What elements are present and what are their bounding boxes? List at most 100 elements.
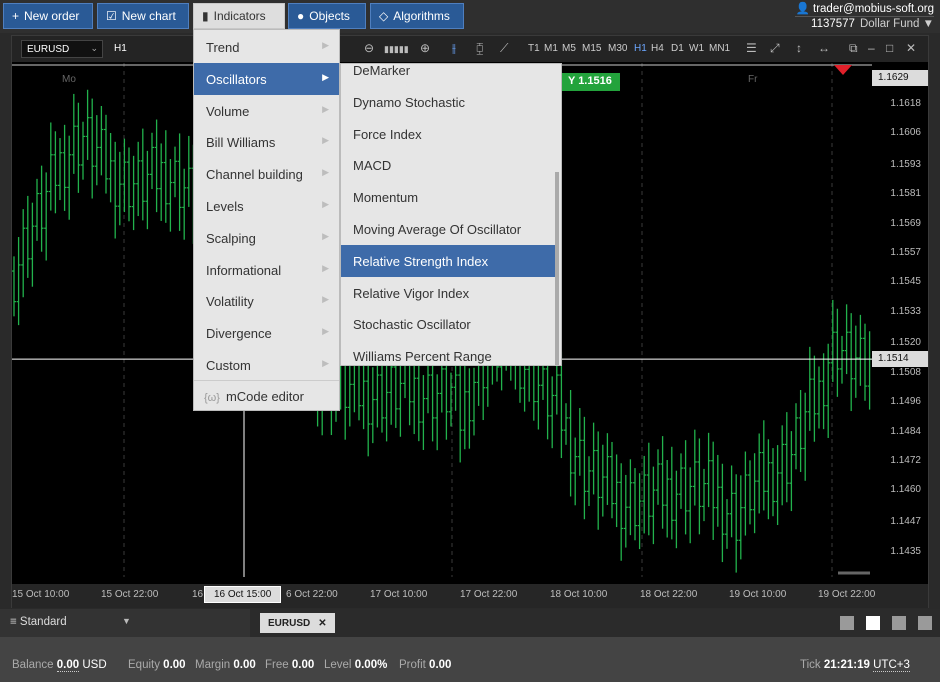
indicator-category-custom[interactable]: Custom ▶ [194, 349, 339, 381]
symbol-select[interactable]: EURUSD ⌄ [21, 40, 103, 58]
chart-tab-eurusd[interactable]: EURUSD ✕ [260, 613, 335, 633]
algorithms-button[interactable]: ◇ Algorithms [370, 3, 464, 29]
vertical-resize-icon[interactable]: ↕ [796, 41, 802, 55]
indicator-category-scalping[interactable]: Scalping ▶ [194, 222, 339, 254]
indicator-category-levels[interactable]: Levels ▶ [194, 190, 339, 222]
layout-single-icon[interactable] [840, 616, 854, 630]
time-tick-label: 19 Oct 22:00 [818, 589, 876, 600]
indicator-category-divergence[interactable]: Divergence ▶ [194, 317, 339, 349]
submenu-scrollbar[interactable] [555, 172, 559, 365]
chevron-down-icon: ⌄ [90, 43, 98, 53]
expand-icon[interactable]: ⤢ [770, 41, 780, 56]
settings-lines-icon[interactable]: ☰ [746, 41, 757, 55]
indicator-category-volatility[interactable]: Volatility ▶ [194, 285, 339, 317]
indicator-category-volume[interactable]: Volume ▶ [194, 95, 339, 127]
time-tick-label: 6 Oct 22:00 [286, 589, 338, 600]
timezone[interactable]: UTC+3 [873, 659, 910, 672]
level-status: Level 0.00% [324, 659, 387, 671]
timeframe-d1[interactable]: D1 [671, 43, 684, 54]
price-tick-label: 1.1533 [890, 305, 921, 317]
timeframe-m15[interactable]: M15 [582, 43, 601, 54]
new-chart-button[interactable]: ☑ New chart [97, 3, 189, 29]
new-order-button[interactable]: + New order [3, 3, 93, 29]
day-label-monday: Mo [62, 74, 76, 85]
zoom-slider[interactable]: ▮▮▮▮▮ [384, 44, 409, 55]
chevron-right-icon: ▶ [322, 71, 329, 82]
menu-lines-icon: ≡ [10, 616, 17, 628]
oscillator-item[interactable]: Stochastic Oscillator [341, 308, 559, 340]
buy-price-tag[interactable]: Y 1.1516 [560, 73, 620, 91]
price-tick-label: 1.1460 [890, 484, 921, 496]
close-icon[interactable]: ✕ [318, 618, 326, 629]
menu-item-label: Custom [206, 358, 251, 373]
indicator-category-oscillators[interactable]: Oscillators ▶ [194, 62, 339, 95]
balance-value[interactable]: 0.00 [56, 659, 80, 672]
chevron-right-icon: ▶ [322, 294, 329, 305]
layout-rows-icon[interactable] [918, 616, 932, 630]
time-tick-label: 18 Oct 22:00 [640, 589, 698, 600]
chevron-right-icon: ▶ [322, 40, 329, 50]
indicator-category-channel-building[interactable]: Channel building ▶ [194, 158, 339, 190]
timeframe-h4[interactable]: H4 [651, 43, 664, 54]
minimize-icon[interactable]: – [868, 41, 875, 55]
indicator-category-trend[interactable]: Trend ▶ [194, 31, 339, 63]
indicator-category-bill-williams[interactable]: Bill Williams ▶ [194, 126, 339, 158]
chevron-right-icon: ▶ [322, 199, 329, 209]
tick-status: Tick 21:21:19 UTC+3 [800, 659, 910, 672]
layout-grid-icon[interactable] [866, 616, 880, 630]
oscillator-item[interactable]: DeMarker [341, 64, 559, 86]
sell-marker-icon [834, 65, 852, 75]
candle-type-icon[interactable]: ⧮ [476, 41, 484, 56]
free-status: Free 0.00 [265, 659, 314, 671]
layout-select[interactable]: ≡ Standard ▼ [0, 609, 250, 637]
menu-item-label: Levels [206, 199, 244, 214]
indicator-category-informational[interactable]: Informational ▶ [194, 254, 339, 286]
horizontal-resize-icon[interactable]: ↔ [818, 41, 830, 55]
account-number: 1137577 [811, 18, 855, 30]
objects-button[interactable]: ● Objects [288, 3, 366, 29]
timeframe-w1[interactable]: W1 [689, 43, 704, 54]
status-bar: Balance 0.00 USD Equity 0.00 Margin 0.00… [0, 637, 940, 682]
price-axis[interactable]: 1.1618 1.1606 1.1593 1.1581 1.1569 1.1557 1.15… [872, 63, 928, 577]
zoom-out-icon[interactable]: ⊖ [364, 41, 374, 55]
oscillator-item[interactable]: Momentum [341, 181, 559, 213]
bar-type-icon[interactable]: ⫲ [452, 41, 456, 56]
level-value: 0.00% [354, 659, 388, 671]
oscillator-item[interactable]: Force Index [341, 118, 559, 150]
mcode-label: mCode editor [225, 389, 304, 404]
popout-icon[interactable]: ⧉ [849, 41, 858, 56]
account-info[interactable]: 👤 trader@mobius-soft.org 1137577 Dollar F… [795, 2, 934, 31]
oscillator-item[interactable]: Relative Strength Index [341, 244, 559, 277]
timeframe-m30[interactable]: M30 [608, 43, 627, 54]
oscillator-item[interactable]: Dynamo Stochastic [341, 86, 559, 118]
indicators-button[interactable]: ▮ Indicators [193, 3, 285, 29]
oscillator-item[interactable]: Moving Average Of Oscillator [341, 213, 559, 245]
close-icon[interactable]: ✕ [906, 41, 916, 55]
timeframe-m1[interactable]: M1 [544, 43, 558, 54]
time-axis[interactable]: 15 Oct 10:00 15 Oct 22:00 16 6 Oct 22:00 17 … [12, 584, 928, 608]
oscillator-item[interactable]: Williams Percent Range [341, 340, 559, 365]
timeframe-mn1[interactable]: MN1 [709, 43, 730, 54]
equity-status: Equity 0.00 [128, 659, 186, 671]
layout-columns-icon[interactable] [892, 616, 906, 630]
oscillator-item[interactable]: MACD [341, 149, 559, 181]
price-tick-label: 1.1472 [890, 454, 921, 466]
profit-status: Profit 0.00 [399, 659, 451, 671]
timeframe-m5[interactable]: M5 [562, 43, 576, 54]
timeframe-h1[interactable]: H1 [634, 43, 647, 54]
plus-icon: + [12, 9, 20, 23]
maximize-icon[interactable]: □ [886, 41, 893, 55]
line-type-icon[interactable]: ⟋ [500, 41, 508, 56]
price-tick-label: 1.1557 [890, 246, 921, 258]
price-tick-label: 1.1520 [890, 337, 921, 349]
menu-item-label: Volume [206, 103, 250, 119]
oscillator-item[interactable]: Relative Vigor Index [341, 277, 559, 309]
mcode-editor-item[interactable]: {ω} mCode editor [194, 380, 339, 410]
free-label: Free [265, 659, 289, 671]
diamond-icon: ◇ [379, 9, 389, 23]
price-tick-label: 1.1593 [890, 158, 921, 170]
timeframe-t1[interactable]: T1 [528, 43, 540, 54]
equity-label: Equity [128, 659, 160, 671]
zoom-in-icon[interactable]: ⊕ [420, 41, 430, 55]
price-tick-label: 1.1606 [890, 126, 921, 138]
